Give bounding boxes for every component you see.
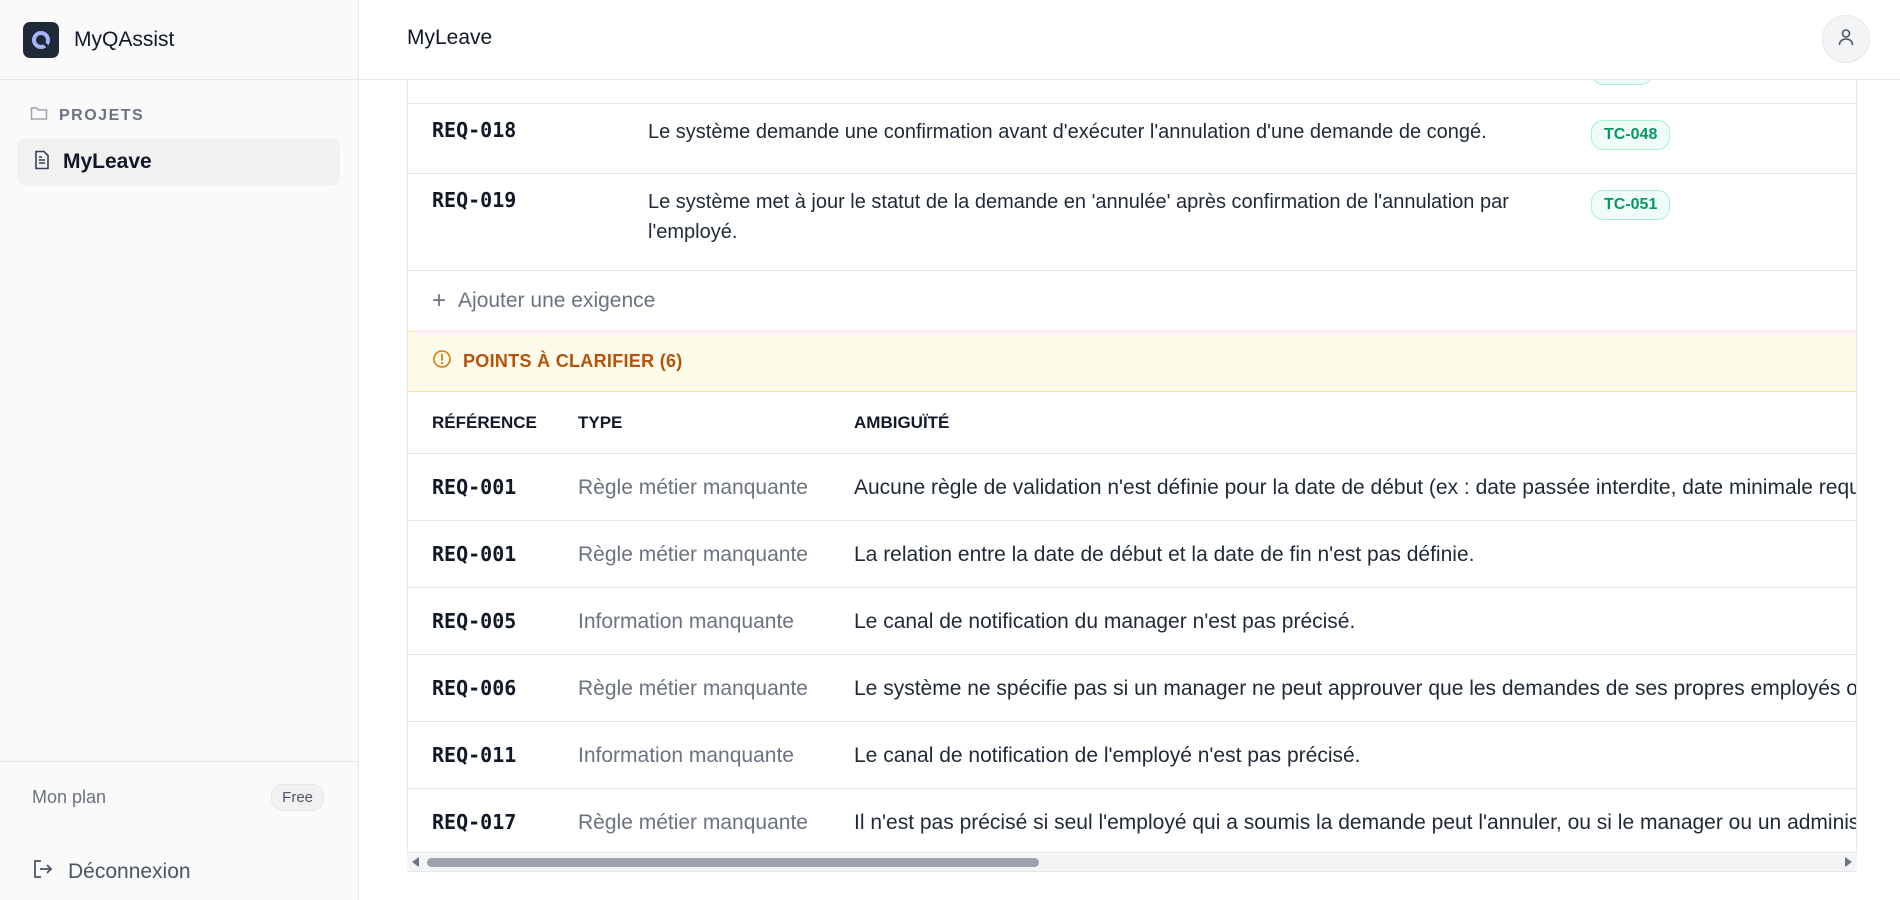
add-requirement-button[interactable]: + Ajouter une exigence [408, 270, 1856, 331]
ambiguity-type: Information manquante [578, 744, 794, 767]
user-icon [1836, 27, 1856, 52]
sidebar: MyQAssist PROJETS MyLeave Mon plan Free … [0, 0, 359, 900]
section-label-text: PROJETS [59, 106, 145, 124]
app-logo-icon [23, 21, 59, 58]
logout-button[interactable]: Déconnexion [32, 858, 191, 885]
alert-circle-icon [432, 349, 452, 374]
top-bar: MyLeave [359, 0, 1900, 80]
clarify-table-row[interactable]: REQ-017 Règle métier manquante Il n'est … [408, 789, 1857, 856]
ambiguity-type: Règle métier manquante [578, 543, 808, 566]
ambiguity-reference: REQ-001 [432, 542, 517, 566]
ambiguity-reference: REQ-006 [432, 676, 517, 700]
clarify-table-row[interactable]: REQ-011 Information manquante Le canal d… [408, 722, 1856, 789]
clarify-title: POINTS À CLARIFIER (6) [463, 351, 683, 371]
plan-row[interactable]: Mon plan Free [32, 784, 324, 811]
test-case-badge[interactable]: TC-051 [1591, 190, 1671, 220]
requirement-id: REQ-018 [432, 118, 517, 142]
clarify-table-row[interactable]: REQ-001 Règle métier manquante Aucune rè… [408, 454, 1857, 521]
plan-label: Mon plan [32, 787, 107, 807]
scrollbar-thumb[interactable] [427, 858, 1039, 867]
ambiguity-text: Aucune règle de validation n'est définie… [854, 476, 1857, 499]
ambiguity-reference: REQ-005 [432, 609, 517, 633]
sidebar-item-myleave[interactable]: MyLeave [17, 138, 340, 186]
ambiguity-reference: REQ-017 [432, 810, 517, 834]
ambiguity-text: Le canal de notification du manager n'es… [854, 610, 1356, 633]
test-case-badge[interactable]: TC-048 [1591, 120, 1671, 150]
ambiguity-text: La relation entre la date de début et la… [854, 543, 1475, 566]
add-requirement-label: Ajouter une exigence [458, 289, 656, 312]
clarify-section-header: POINTS À CLARIFIER (6) [408, 331, 1856, 392]
requirement-description: Le système demande une confirmation avan… [648, 121, 1487, 143]
logout-icon [32, 858, 54, 885]
folder-icon [30, 105, 48, 126]
clarify-table-row[interactable]: REQ-001 Règle métier manquante La relati… [408, 521, 1856, 588]
requirement-row[interactable]: REQ-019 Le système met à jour le statut … [408, 173, 1856, 270]
brand[interactable]: MyQAssist [0, 0, 358, 80]
horizontal-scrollbar[interactable] [407, 852, 1857, 872]
ambiguity-type: Règle métier manquante [578, 677, 808, 700]
project-content-panel: REQ-018 Le système demande une confirmat… [407, 40, 1857, 872]
plus-icon: + [432, 287, 447, 314]
clarify-table-row[interactable]: REQ-006 Règle métier manquante Le systèm… [408, 655, 1857, 722]
ambiguity-reference: REQ-001 [432, 475, 517, 499]
ambiguity-type: Information manquante [578, 610, 794, 633]
plan-badge: Free [271, 784, 324, 811]
logout-label: Déconnexion [68, 859, 191, 883]
ambiguity-text: Le canal de notification de l'employé n'… [854, 744, 1361, 767]
ambiguity-text: Il n'est pas précisé si seul l'employé q… [854, 811, 1857, 834]
sidebar-item-label: MyLeave [63, 150, 152, 173]
requirement-row[interactable]: REQ-018 Le système demande une confirmat… [408, 103, 1856, 173]
column-header-ambiguity: AMBIGUÏTÉ [854, 413, 950, 432]
page-title: MyLeave [407, 26, 493, 49]
ambiguity-reference: REQ-011 [432, 743, 517, 767]
projects-section-label: PROJETS [30, 105, 144, 126]
clarify-table-row[interactable]: REQ-005 Information manquante Le canal d… [408, 588, 1856, 655]
clarify-table-header: RÉFÉRENCE TYPE AMBIGUÏTÉ [408, 392, 1856, 454]
ambiguity-type: Règle métier manquante [578, 811, 808, 834]
sidebar-footer: Mon plan Free Déconnexion [0, 761, 358, 883]
requirement-description: Le système met à jour le statut de la de… [648, 191, 1509, 243]
app-name: MyQAssist [74, 27, 175, 51]
column-header-reference: RÉFÉRENCE [432, 413, 537, 432]
document-icon [33, 150, 51, 175]
scroll-left-icon[interactable] [412, 857, 419, 867]
ambiguity-text: Le système ne spécifie pas si un manager… [854, 677, 1857, 700]
ambiguity-type: Règle métier manquante [578, 476, 808, 499]
scroll-right-icon[interactable] [1845, 857, 1852, 867]
column-header-type: TYPE [578, 413, 623, 432]
requirement-id: REQ-019 [432, 188, 517, 212]
user-avatar-button[interactable] [1822, 15, 1870, 63]
